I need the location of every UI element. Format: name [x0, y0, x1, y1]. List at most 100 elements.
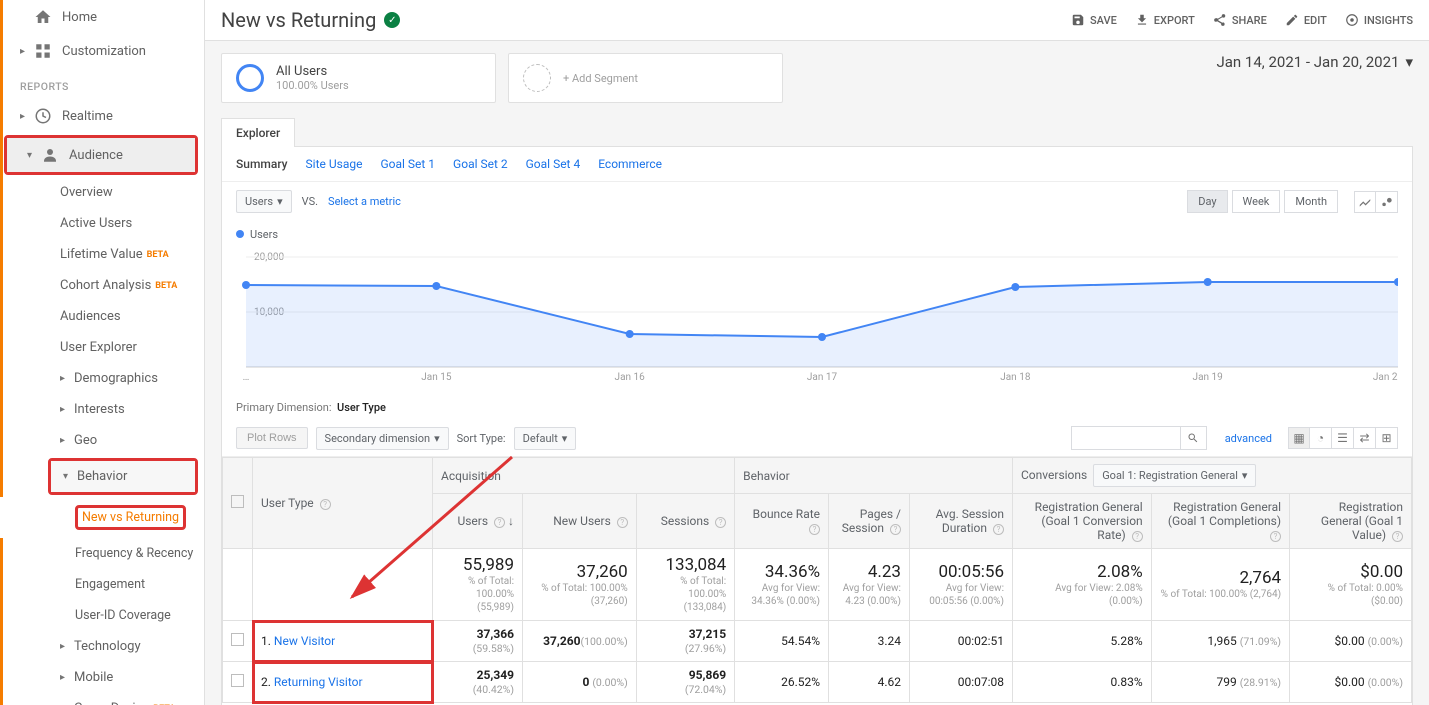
legend-dot [236, 230, 244, 238]
col-completions[interactable]: Registration General (Goal 1 Completions… [1151, 494, 1289, 549]
nav-audience[interactable]: ▾ Audience [7, 138, 195, 172]
subtab-ecommerce[interactable]: Ecommerce [598, 157, 662, 171]
nav-interests[interactable]: ▸Interests [0, 394, 204, 425]
date-range-picker[interactable]: Jan 14, 2021 - Jan 20, 2021▾ [1216, 53, 1413, 71]
beta-badge: BETA [147, 250, 169, 260]
help-icon[interactable]: ? [320, 499, 331, 510]
page-title: New vs Returning [221, 8, 376, 32]
col-users[interactable]: Users ? ↓ [433, 494, 523, 549]
secondary-dimension-selector[interactable]: Secondary dimension ▾ [316, 427, 449, 450]
subtabs: Summary Site Usage Goal Set 1 Goal Set 2… [222, 147, 1412, 182]
home-icon [34, 8, 52, 26]
nav-user-id-coverage[interactable]: User-ID Coverage [0, 600, 204, 631]
insights-icon [1345, 13, 1359, 27]
row-checkbox[interactable] [231, 674, 244, 687]
nav-home[interactable]: Home [0, 0, 204, 34]
chart-type-motion-icon[interactable] [1376, 191, 1398, 213]
col-conversion-rate[interactable]: Registration General (Goal 1 Conversion … [1013, 494, 1152, 549]
select-metric-link[interactable]: Select a metric [328, 195, 401, 208]
person-icon [41, 146, 59, 164]
metric-selector[interactable]: Users ▾ [236, 190, 292, 213]
goal-selector[interactable]: Goal 1: Registration General ▾ [1093, 464, 1256, 487]
svg-text:…: … [243, 372, 250, 383]
chart-type-line-icon[interactable] [1354, 191, 1376, 213]
col-avg-session-duration[interactable]: Avg. Session Duration ? [909, 494, 1012, 549]
granularity-week[interactable]: Week [1232, 190, 1281, 213]
chart-area: Users 20,000 10,000 …Jan 15Jan 16Jan 17J… [222, 221, 1412, 391]
sort-type-label: Sort Type: [457, 432, 506, 445]
nav-new-vs-returning[interactable]: New vs Returning [0, 497, 204, 538]
nav-user-explorer[interactable]: User Explorer [0, 332, 204, 363]
segment-title: All Users [276, 64, 349, 79]
subtab-goal4[interactable]: Goal Set 4 [526, 157, 581, 171]
nav-overview[interactable]: Overview [0, 177, 204, 208]
subtab-site-usage[interactable]: Site Usage [306, 157, 363, 171]
svg-text:Jan 16: Jan 16 [615, 372, 646, 383]
nav-behavior[interactable]: ▾Behavior [51, 461, 195, 492]
insights-button[interactable]: INSIGHTS [1345, 13, 1413, 27]
nav-realtime[interactable]: ▸ Realtime [0, 99, 204, 133]
row-link-new-visitor[interactable]: New Visitor [274, 634, 335, 648]
nav-demographics[interactable]: ▸Demographics [0, 363, 204, 394]
svg-text:Jan 18: Jan 18 [1000, 372, 1031, 383]
search-button[interactable] [1181, 426, 1207, 450]
nav-mobile[interactable]: ▸Mobile [0, 662, 204, 693]
view-comparison-icon[interactable]: ⇄ [1354, 427, 1376, 449]
beta-badge: BETA [155, 281, 177, 291]
nav-cohort-analysis[interactable]: Cohort AnalysisBETA [0, 270, 204, 301]
primary-dimension: Primary Dimension: User Type [222, 391, 1412, 420]
legend-label: Users [250, 228, 278, 241]
svg-text:20,000: 20,000 [254, 252, 284, 263]
col-sessions[interactable]: Sessions ? [636, 494, 734, 549]
share-icon [1213, 13, 1227, 27]
nav-lifetime-value[interactable]: Lifetime ValueBETA [0, 239, 204, 270]
view-percentage-icon[interactable]: ◔ [1310, 427, 1332, 449]
save-icon [1071, 13, 1085, 27]
col-bounce-rate[interactable]: Bounce Rate ? [735, 494, 829, 549]
nav-technology[interactable]: ▸Technology [0, 631, 204, 662]
granularity-month[interactable]: Month [1284, 190, 1338, 213]
explorer-tab[interactable]: Explorer [221, 118, 295, 147]
sort-type-selector[interactable]: Default ▾ [514, 427, 577, 450]
add-segment-button[interactable]: + Add Segment [508, 53, 783, 103]
export-button[interactable]: EXPORT [1135, 13, 1195, 27]
nav-cross-device[interactable]: ▸Cross DeviceBETA [0, 693, 204, 705]
group-conversions: Conversions Goal 1: Registration General… [1013, 458, 1412, 494]
verified-shield-icon [384, 12, 400, 28]
view-performance-icon[interactable]: ☰ [1332, 427, 1354, 449]
subtab-summary[interactable]: Summary [236, 157, 288, 171]
view-table-icon[interactable]: ▦ [1288, 427, 1310, 449]
col-value[interactable]: Registration General (Goal 1 Value) ? [1290, 494, 1412, 549]
group-acquisition: Acquisition [433, 458, 735, 494]
nav-engagement[interactable]: Engagement [0, 569, 204, 600]
line-chart: 20,000 10,000 …Jan 15Jan 16Jan 17Jan 18J… [236, 242, 1398, 387]
row-link-returning-visitor[interactable]: Returning Visitor [274, 675, 363, 689]
nav-audiences[interactable]: Audiences [0, 301, 204, 332]
share-button[interactable]: SHARE [1213, 13, 1267, 27]
search-icon [1187, 432, 1199, 444]
nav-geo[interactable]: ▸Geo [0, 425, 204, 456]
subtab-goal1[interactable]: Goal Set 1 [380, 157, 435, 171]
svg-text:Jan 15: Jan 15 [421, 372, 452, 383]
nav-customization[interactable]: ▸ Customization [0, 34, 204, 68]
customization-icon [34, 42, 52, 60]
view-pivot-icon[interactable]: ⊞ [1376, 427, 1398, 449]
subtab-goal2[interactable]: Goal Set 2 [453, 157, 508, 171]
chevron-down-icon: ▾ [1405, 53, 1413, 71]
plot-rows-button: Plot Rows [236, 427, 308, 449]
edit-button[interactable]: EDIT [1285, 13, 1327, 27]
col-new-users[interactable]: New Users ? [523, 494, 637, 549]
save-button[interactable]: SAVE [1071, 13, 1117, 27]
advanced-filter-link[interactable]: advanced [1225, 432, 1272, 445]
segment-all-users[interactable]: All Users 100.00% Users [221, 53, 496, 103]
nav-active-users[interactable]: Active Users [0, 208, 204, 239]
table-search-input[interactable] [1071, 426, 1181, 450]
svg-text:Jan 20: Jan 20 [1373, 372, 1398, 383]
nav-frequency-recency[interactable]: Frequency & Recency [0, 538, 204, 569]
row-checkbox[interactable] [231, 633, 244, 646]
granularity-day[interactable]: Day [1187, 190, 1227, 213]
col-pages-session[interactable]: Pages / Session ? [829, 494, 910, 549]
main-content: New vs Returning SAVE EXPORT SHARE EDIT … [205, 0, 1429, 705]
select-all-checkbox[interactable] [231, 495, 244, 508]
svg-text:Jan 19: Jan 19 [1193, 372, 1223, 383]
